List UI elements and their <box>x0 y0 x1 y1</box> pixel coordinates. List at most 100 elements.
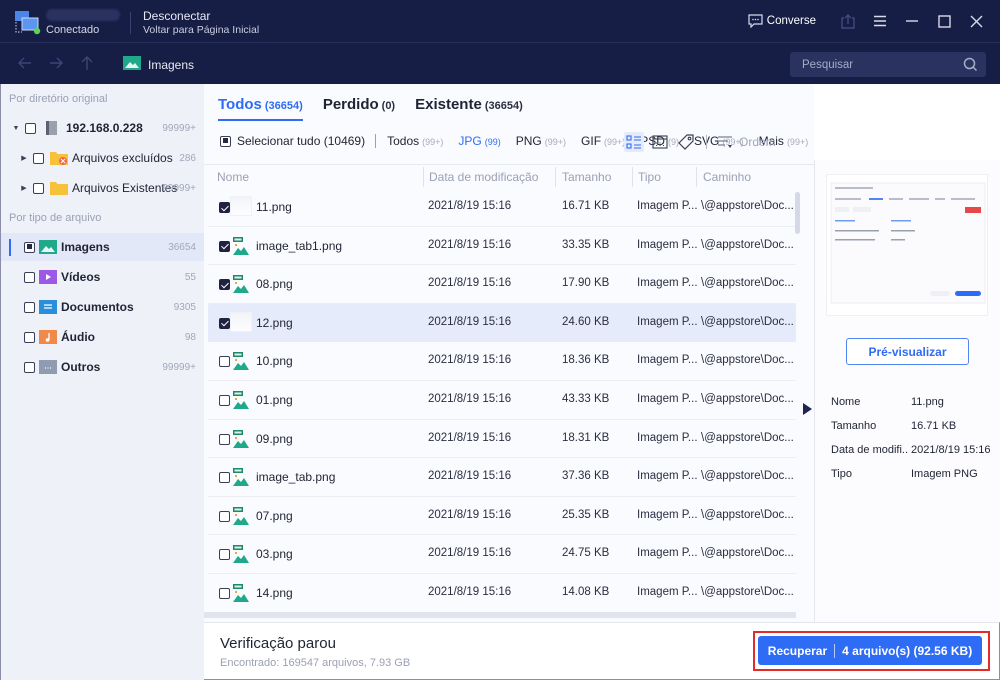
table-row[interactable]: image_tab1.png 2021/8/19 15:16 33.35 KB Ima… <box>208 227 796 266</box>
column-date[interactable]: Data de modificação <box>429 170 538 184</box>
column-separator[interactable] <box>423 167 424 187</box>
png-file-icon <box>233 236 249 255</box>
type-item-videos[interactable]: Vídeos 55 <box>1 263 204 291</box>
file-type: Imagem P... <box>637 470 698 483</box>
filter-png[interactable]: PNG (99+) <box>516 134 566 148</box>
host-checkbox[interactable] <box>25 122 36 134</box>
table-row[interactable]: 11.png 2021/8/19 15:16 16.71 KB Imagem P...… <box>208 188 796 227</box>
row-checkbox[interactable] <box>219 472 230 484</box>
existing-files-checkbox[interactable] <box>33 182 44 194</box>
audio-checkbox[interactable] <box>24 331 35 343</box>
up-arrow-icon[interactable] <box>78 54 96 72</box>
search-input[interactable] <box>790 52 986 77</box>
others-checkbox[interactable] <box>24 361 35 373</box>
type-item-documents[interactable]: Documentos 9305 <box>1 293 204 321</box>
menu-button[interactable] <box>864 0 896 42</box>
column-path[interactable]: Caminho <box>703 170 751 184</box>
thumbnail-view-button[interactable] <box>650 132 670 152</box>
table-row[interactable]: 08.png 2021/8/19 15:16 17.90 KB Imagem P...… <box>208 265 796 304</box>
tab-lost[interactable]: Perdido (0) <box>323 96 395 121</box>
select-all-box[interactable] <box>220 135 231 147</box>
back-arrow-icon[interactable] <box>16 54 34 72</box>
table-row[interactable]: 01.png 2021/8/19 15:16 43.33 KB Imagem P...… <box>208 381 796 420</box>
recover-button[interactable]: Recuperar 4 arquivo(s) (92.56 KB) <box>758 636 982 665</box>
tree-item-label: 192.168.0.228 <box>66 121 143 135</box>
tree-item-deleted-files[interactable]: ▶ Arquivos excluídos 286 <box>1 144 204 172</box>
png-file-icon <box>233 545 249 564</box>
tab-all[interactable]: Todos (36654) <box>218 96 303 121</box>
type-item-audio[interactable]: Áudio 98 <box>1 323 204 351</box>
sort-icon <box>718 136 732 148</box>
minimize-button[interactable] <box>896 0 928 42</box>
tree-item-host[interactable]: ▼ 192.168.0.228 99999+ <box>1 114 204 142</box>
column-separator[interactable] <box>632 167 633 187</box>
filter-gif[interactable]: GIF (99+) <box>581 134 625 148</box>
select-all-checkbox[interactable]: Selecionar tudo (10469) <box>220 134 365 148</box>
vertical-scrollbar[interactable] <box>795 192 800 234</box>
type-item-others[interactable]: Outros 99999+ <box>1 353 204 381</box>
file-name: 11.png <box>256 200 292 214</box>
table-row[interactable]: image_tab.png 2021/8/19 15:16 37.36 KB Imag… <box>208 458 796 497</box>
images-folder-icon <box>123 56 141 70</box>
search-box[interactable] <box>790 52 986 77</box>
row-checkbox[interactable] <box>219 394 230 406</box>
row-checkbox[interactable] <box>219 279 230 291</box>
modified-date: 2021/8/19 15:16 <box>428 508 512 521</box>
row-checkbox[interactable] <box>219 510 230 522</box>
back-to-home-link[interactable]: Voltar para Página Inicial <box>143 24 259 36</box>
row-checkbox[interactable] <box>219 587 230 599</box>
forward-arrow-icon[interactable] <box>47 54 65 72</box>
tree-item-existing-files[interactable]: ▶ Arquivos Existentes 99999+ <box>1 174 204 202</box>
row-checkbox[interactable] <box>219 240 230 252</box>
disconnect-link[interactable]: Desconectar <box>143 9 210 23</box>
table-row[interactable]: 12.png 2021/8/19 15:16 24.60 KB Imagem P...… <box>208 303 796 343</box>
collapse-preview-arrow-icon[interactable] <box>803 403 812 415</box>
by-directory-heading: Por diretório original <box>9 93 108 105</box>
documents-checkbox[interactable] <box>24 301 35 313</box>
export-button[interactable] <box>832 0 864 42</box>
caret-right-icon[interactable]: ▶ <box>20 184 28 192</box>
row-checkbox[interactable] <box>219 202 230 213</box>
column-separator[interactable] <box>555 167 556 187</box>
filter-label: PNG <box>515 134 542 148</box>
videos-checkbox[interactable] <box>24 271 35 283</box>
column-separator[interactable] <box>696 167 697 187</box>
tree-item-label: Arquivos excluídos <box>72 151 173 165</box>
file-size: 37.36 KB <box>562 470 610 483</box>
file-type: Imagem P... <box>637 354 698 367</box>
row-checkbox[interactable] <box>219 433 230 445</box>
tag-button[interactable] <box>676 132 696 152</box>
chat-button[interactable]: Converse <box>748 14 816 28</box>
images-checkbox[interactable] <box>24 241 35 253</box>
preview-button[interactable]: Pré-visualizar <box>846 338 969 365</box>
table-row[interactable]: 07.png 2021/8/19 15:16 25.35 KB Imagem P...… <box>208 497 796 536</box>
row-checkbox[interactable] <box>219 549 230 561</box>
list-view-button[interactable] <box>624 132 644 152</box>
column-name[interactable]: Nome <box>217 170 249 184</box>
modified-date: 2021/8/19 15:16 <box>428 431 512 444</box>
tab-existing[interactable]: Existente (36654) <box>415 96 523 121</box>
table-row[interactable]: 14.png 2021/8/19 15:16 14.08 KB Imagem P...… <box>208 574 796 613</box>
table-row[interactable]: 09.png 2021/8/19 15:16 18.31 KB Imagem P...… <box>208 420 796 459</box>
row-checkbox[interactable] <box>219 317 230 329</box>
horizontal-scrollbar[interactable] <box>204 612 796 618</box>
column-type[interactable]: Tipo <box>638 170 661 184</box>
table-row[interactable]: 03.png 2021/8/19 15:16 24.75 KB Imagem P...… <box>208 535 796 574</box>
caret-down-icon[interactable]: ▼ <box>12 124 20 132</box>
filter-jpg[interactable]: JPG (99) <box>458 134 500 148</box>
table-row[interactable]: 10.png 2021/8/19 15:16 18.36 KB Imagem P...… <box>208 342 796 381</box>
column-size[interactable]: Tamanho <box>562 170 611 184</box>
caret-right-icon[interactable]: ▶ <box>20 154 28 162</box>
file-type: Imagem P... <box>637 585 698 598</box>
maximize-button[interactable] <box>928 0 960 42</box>
close-button[interactable] <box>960 0 992 42</box>
deleted-files-checkbox[interactable] <box>33 152 44 164</box>
modified-date: 2021/8/19 15:16 <box>428 277 512 290</box>
sort-order-button[interactable]: Ordem <box>717 135 776 149</box>
file-path: \@appstore\Doc... <box>701 547 794 560</box>
preview-panel: Pré-visualizar Nome 11.png Tamanho 16.71 K… <box>803 160 1000 622</box>
type-item-images[interactable]: Imagens 36654 <box>1 233 204 261</box>
row-checkbox[interactable] <box>219 356 230 368</box>
search-icon[interactable] <box>963 57 978 72</box>
filter-all[interactable]: Todos (99+) <box>387 134 443 148</box>
